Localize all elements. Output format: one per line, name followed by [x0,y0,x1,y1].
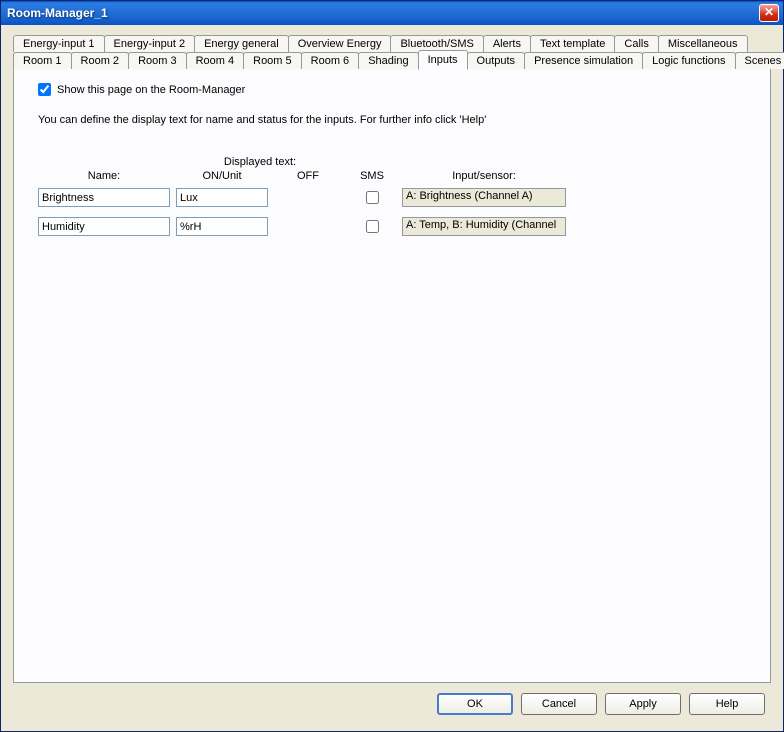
tab-overview-energy[interactable]: Overview Energy [288,35,392,52]
tab-energy-input-2[interactable]: Energy-input 2 [104,35,196,52]
tab-inputs[interactable]: Inputs [418,50,468,70]
column-headers: Name: ON/Unit OFF SMS Input/sensor: [38,170,752,182]
tab-row-1: Energy-input 1 Energy-input 2 Energy gen… [13,35,771,52]
tab-room-4[interactable]: Room 4 [186,52,245,69]
header-on-unit: ON/Unit [176,170,268,182]
tab-outputs[interactable]: Outputs [467,52,526,69]
name-field-2[interactable] [38,217,170,236]
header-sms: SMS [348,170,396,182]
tab-room-2[interactable]: Room 2 [71,52,130,69]
header-displayed-text: Displayed text: [176,156,344,168]
header-name: Name: [38,170,170,182]
tab-room-3[interactable]: Room 3 [128,52,187,69]
tab-text-template[interactable]: Text template [530,35,615,52]
show-page-row: Show this page on the Room-Manager [38,83,752,96]
window-title: Room-Manager_1 [7,6,108,20]
sensor-display-2: A: Temp, B: Humidity (Channel [402,217,566,236]
close-icon[interactable]: ✕ [759,4,779,22]
input-row-1: A: Brightness (Channel A) [38,188,752,207]
sms-checkbox-2[interactable] [366,220,379,233]
tab-row-2: Room 1 Room 2 Room 3 Room 4 Room 5 Room … [13,52,771,69]
tab-calls[interactable]: Calls [614,35,658,52]
show-page-checkbox[interactable] [38,83,51,96]
description-text: You can define the display text for name… [38,114,752,126]
header-off: OFF [272,170,344,182]
name-field-1[interactable] [38,188,170,207]
tab-energy-input-1[interactable]: Energy-input 1 [13,35,105,52]
tab-room-1[interactable]: Room 1 [13,52,72,69]
cancel-button[interactable]: Cancel [521,693,597,715]
body: Energy-input 1 Energy-input 2 Energy gen… [1,25,783,731]
dialog-window: Room-Manager_1 ✕ Energy-input 1 Energy-i… [0,0,784,732]
tabs-container: Energy-input 1 Energy-input 2 Energy gen… [13,35,771,683]
on-unit-field-2[interactable] [176,217,268,236]
button-bar: OK Cancel Apply Help [13,683,771,721]
tab-scenes[interactable]: Scenes [735,52,784,69]
help-button[interactable]: Help [689,693,765,715]
header-sensor: Input/sensor: [402,170,566,182]
ok-button[interactable]: OK [437,693,513,715]
inputs-grid: Displayed text: Name: ON/Unit OFF SMS In… [38,156,752,236]
input-row-2: A: Temp, B: Humidity (Channel [38,217,752,236]
tab-presence-sim[interactable]: Presence simulation [524,52,643,69]
tab-alerts[interactable]: Alerts [483,35,531,52]
titlebar: Room-Manager_1 ✕ [1,1,783,25]
tab-energy-general[interactable]: Energy general [194,35,289,52]
tab-content-inputs: Show this page on the Room-Manager You c… [13,68,771,683]
apply-button[interactable]: Apply [605,693,681,715]
tab-shading[interactable]: Shading [358,52,418,69]
sms-checkbox-1[interactable] [366,191,379,204]
tab-logic-functions[interactable]: Logic functions [642,52,735,69]
show-page-label: Show this page on the Room-Manager [57,84,245,96]
tab-room-5[interactable]: Room 5 [243,52,302,69]
sensor-display-1: A: Brightness (Channel A) [402,188,566,207]
tab-miscellaneous[interactable]: Miscellaneous [658,35,748,52]
on-unit-field-1[interactable] [176,188,268,207]
tab-rows: Energy-input 1 Energy-input 2 Energy gen… [13,35,771,69]
tab-room-6[interactable]: Room 6 [301,52,360,69]
